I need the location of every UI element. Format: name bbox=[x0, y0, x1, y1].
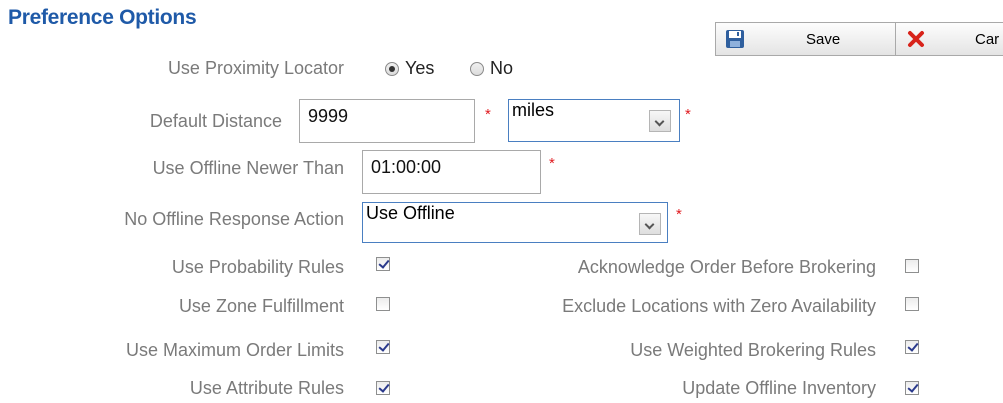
distance-unit-select[interactable]: miles bbox=[508, 99, 680, 142]
checkbox-zone-fulfillment[interactable] bbox=[376, 297, 390, 311]
checkbox-probability-rules[interactable] bbox=[376, 257, 390, 271]
offline-newer-input[interactable]: 01:00:00 bbox=[362, 150, 541, 194]
check-label-zone-fulfillment: Use Zone Fulfillment bbox=[178, 296, 344, 316]
chevron-down-icon[interactable] bbox=[639, 213, 661, 235]
checkbox-weighted-brokering[interactable] bbox=[905, 340, 919, 354]
check-label-update-offline-inventory: Update Offline Inventory bbox=[682, 378, 876, 398]
check-label-probability-rules: Use Probability Rules bbox=[171, 257, 344, 277]
chevron-down-icon[interactable] bbox=[649, 110, 671, 132]
check-label-acknowledge-order: Acknowledge Order Before Brokering bbox=[577, 257, 876, 277]
save-button[interactable]: Save bbox=[715, 22, 896, 56]
required-mark: * bbox=[549, 155, 555, 172]
cancel-icon bbox=[908, 31, 924, 47]
distance-unit-value: miles bbox=[512, 100, 555, 120]
no-offline-action-select[interactable]: Use Offline bbox=[362, 202, 668, 243]
offline-newer-label: Use Offline Newer Than bbox=[152, 158, 344, 178]
check-label-weighted-brokering: Use Weighted Brokering Rules bbox=[630, 340, 876, 360]
cancel-button[interactable]: Car bbox=[895, 22, 1003, 56]
proximity-no-label[interactable]: No bbox=[490, 58, 513, 79]
checkbox-attribute-rules[interactable] bbox=[376, 381, 390, 395]
check-label-attribute-rules: Use Attribute Rules bbox=[189, 378, 344, 398]
required-mark: * bbox=[685, 106, 691, 123]
default-distance-input[interactable]: 9999 bbox=[299, 99, 475, 143]
proximity-yes-radio[interactable] bbox=[385, 62, 399, 76]
proximity-label: Use Proximity Locator bbox=[167, 58, 344, 78]
proximity-no-radio[interactable] bbox=[470, 62, 484, 76]
required-mark: * bbox=[676, 206, 682, 223]
save-label: Save bbox=[806, 31, 841, 48]
checkbox-maximum-order-limits[interactable] bbox=[376, 340, 390, 354]
checkbox-exclude-zero-availability[interactable] bbox=[905, 297, 919, 311]
checkbox-update-offline-inventory[interactable] bbox=[905, 381, 919, 395]
save-icon bbox=[726, 30, 744, 48]
required-mark: * bbox=[485, 106, 491, 123]
proximity-yes-label[interactable]: Yes bbox=[405, 58, 434, 79]
default-distance-label: Default Distance bbox=[149, 111, 282, 131]
checkbox-acknowledge-order[interactable] bbox=[905, 259, 919, 273]
no-offline-action-value: Use Offline bbox=[366, 203, 455, 223]
cancel-label: Car bbox=[975, 31, 1000, 48]
check-label-maximum-order-limits: Use Maximum Order Limits bbox=[125, 340, 344, 360]
check-label-exclude-zero-availability: Exclude Locations with Zero Availability bbox=[562, 296, 876, 316]
no-offline-action-label: No Offline Response Action bbox=[124, 209, 344, 229]
page-title: Preference Options bbox=[8, 6, 197, 29]
